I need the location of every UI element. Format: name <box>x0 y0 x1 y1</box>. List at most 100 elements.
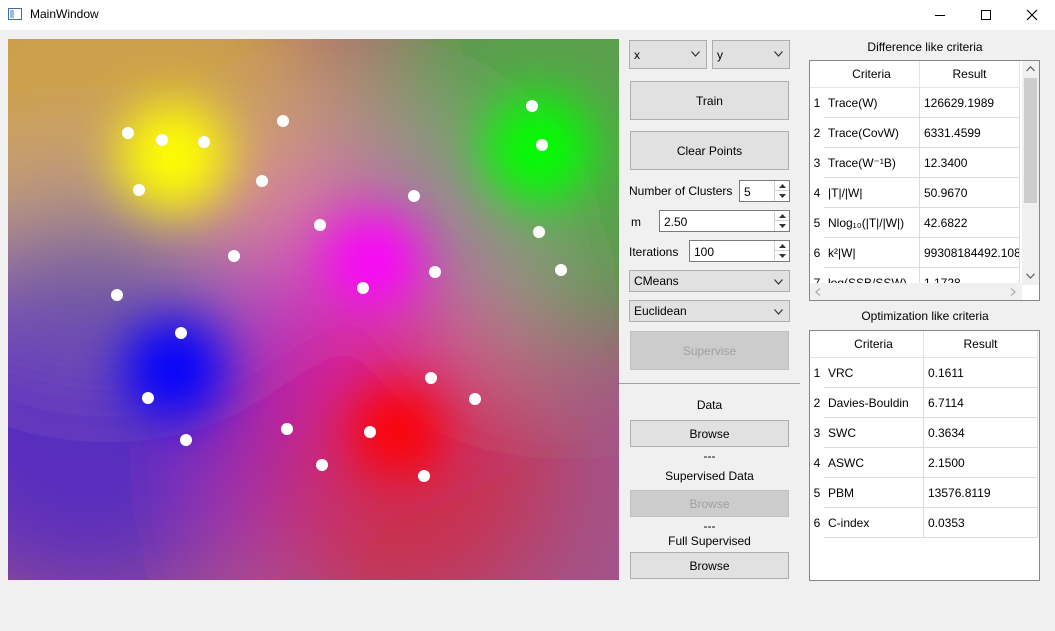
data-point[interactable] <box>256 175 268 187</box>
data-point[interactable] <box>156 134 168 146</box>
column-header-criteria[interactable]: Criteria <box>824 331 924 358</box>
supervise-button[interactable]: Supervise <box>630 331 789 370</box>
data-point[interactable] <box>408 190 420 202</box>
table-cell-criteria[interactable]: PBM <box>824 478 924 508</box>
chevron-up-icon[interactable] <box>1026 66 1035 72</box>
iterations-spinbox[interactable]: 100 <box>689 240 790 262</box>
chevron-down-icon <box>778 254 786 258</box>
minimize-button[interactable] <box>917 0 963 30</box>
data-point[interactable] <box>175 327 187 339</box>
table-cell-result[interactable]: 126629.1989 <box>920 88 1020 118</box>
m-spinbox[interactable]: 2.50 <box>659 210 790 232</box>
table-cell-criteria[interactable]: SWC <box>824 418 924 448</box>
data-point[interactable] <box>133 184 145 196</box>
y-axis-select-value: y <box>717 47 723 62</box>
iterations-value: 100 <box>694 245 715 259</box>
data-point[interactable] <box>425 372 437 384</box>
data-point[interactable] <box>277 115 289 127</box>
y-axis-select[interactable]: y <box>712 40 790 69</box>
table-cell-result[interactable]: 6.7114 <box>924 388 1038 418</box>
table-cell-result[interactable]: 0.3634 <box>924 418 1038 448</box>
distance-select[interactable]: Euclidean <box>629 300 790 322</box>
table-cell-result[interactable]: 2.1500 <box>924 448 1038 478</box>
scrollbar-thumb[interactable] <box>1024 78 1037 203</box>
table-cell-result[interactable]: 42.6822 <box>920 208 1020 238</box>
column-header-result[interactable]: Result <box>920 61 1020 88</box>
table-cell-criteria[interactable]: Trace(W) <box>824 88 920 118</box>
table-cell-result[interactable]: 12.3400 <box>920 148 1020 178</box>
train-button[interactable]: Train <box>630 81 789 120</box>
cluster-plot-canvas[interactable] <box>8 39 619 580</box>
table-cell-criteria[interactable]: ASWC <box>824 448 924 478</box>
data-point[interactable] <box>316 459 328 471</box>
data-point[interactable] <box>429 266 441 278</box>
table-cell-criteria[interactable]: Trace(CovW) <box>824 118 920 148</box>
data-point[interactable] <box>357 282 369 294</box>
data-point[interactable] <box>180 434 192 446</box>
clear-points-button[interactable]: Clear Points <box>630 131 789 170</box>
chevron-right-icon[interactable] <box>1010 288 1016 296</box>
maximize-button[interactable] <box>963 0 1009 30</box>
data-point[interactable] <box>364 426 376 438</box>
data-point[interactable] <box>314 219 326 231</box>
table-cell-result[interactable]: 13576.8119 <box>924 478 1038 508</box>
title-bar: MainWindow <box>0 0 1055 30</box>
data-point[interactable] <box>281 423 293 435</box>
clusters-spinbox[interactable]: 5 <box>739 180 790 202</box>
app-window-icon <box>8 8 22 20</box>
spin-down-button[interactable] <box>774 221 789 231</box>
table-cell-criteria[interactable]: Davies-Bouldin <box>824 388 924 418</box>
browse-full-supervised-button[interactable]: Browse <box>630 552 789 579</box>
data-point[interactable] <box>526 100 538 112</box>
x-axis-select[interactable]: x <box>629 40 707 69</box>
cluster-center <box>328 216 418 306</box>
table-cell-criteria[interactable]: Trace(W⁻¹B) <box>824 148 920 178</box>
data-point[interactable] <box>142 392 154 404</box>
spin-down-button[interactable] <box>774 251 789 261</box>
table-cell-result[interactable]: 0.1611 <box>924 358 1038 388</box>
chevron-down-icon <box>691 51 700 57</box>
column-header-result[interactable]: Result <box>924 331 1038 358</box>
table-cell-criteria[interactable]: |T|/|W| <box>824 178 920 208</box>
supervised-data-label: Supervised Data <box>665 469 754 483</box>
table-cell-result[interactable]: 0.0353 <box>924 508 1038 538</box>
m-value: 2.50 <box>664 215 688 229</box>
data-point[interactable] <box>555 264 567 276</box>
column-header-criteria[interactable]: Criteria <box>824 61 920 88</box>
chevron-down-icon <box>778 194 786 198</box>
data-point[interactable] <box>198 136 210 148</box>
table-cell-criteria[interactable]: k²|W| <box>824 238 920 268</box>
row-number: 2 <box>813 396 821 410</box>
difference-criteria-table[interactable]: Criteria Result 1 Trace(W) 126629.1989 2 Tra… <box>809 60 1040 301</box>
spin-down-button[interactable] <box>774 191 789 201</box>
data-point[interactable] <box>122 127 134 139</box>
data-point[interactable] <box>469 393 481 405</box>
spin-up-button[interactable] <box>774 241 789 251</box>
table-cell-result[interactable]: 50.9670 <box>920 178 1020 208</box>
data-point[interactable] <box>536 139 548 151</box>
horizontal-scrollbar[interactable] <box>810 283 1022 300</box>
spin-up-button[interactable] <box>774 181 789 191</box>
table-cell-criteria[interactable]: VRC <box>824 358 924 388</box>
table-cell-result[interactable]: 99308184492.1087 <box>920 238 1020 268</box>
vertical-scrollbar[interactable] <box>1022 61 1039 285</box>
browse-supervised-button[interactable]: Browse <box>630 490 789 517</box>
chevron-down-icon <box>774 51 783 57</box>
table-cell-criteria[interactable]: Nlog₁₀(|T|/|W|) <box>824 208 920 238</box>
close-button[interactable] <box>1009 0 1055 30</box>
table-cell-criteria[interactable]: C-index <box>824 508 924 538</box>
data-point[interactable] <box>228 250 240 262</box>
browse-data-button[interactable]: Browse <box>630 420 789 447</box>
table-cell-result[interactable]: 6331.4599 <box>920 118 1020 148</box>
chevron-down-icon[interactable] <box>1026 273 1035 279</box>
optimization-criteria-table[interactable]: Criteria Result 1 VRC 0.1611 2 Davies-Bouldi… <box>809 330 1040 581</box>
algorithm-select[interactable]: CMeans <box>629 270 790 292</box>
data-point[interactable] <box>533 226 545 238</box>
chevron-left-icon[interactable] <box>815 288 821 296</box>
data-point[interactable] <box>111 289 123 301</box>
cluster-plot[interactable] <box>8 39 619 580</box>
data-point[interactable] <box>418 470 430 482</box>
difference-criteria-title: Difference like criteria <box>867 40 983 54</box>
row-number: 5 <box>813 486 821 500</box>
spin-up-button[interactable] <box>774 211 789 221</box>
